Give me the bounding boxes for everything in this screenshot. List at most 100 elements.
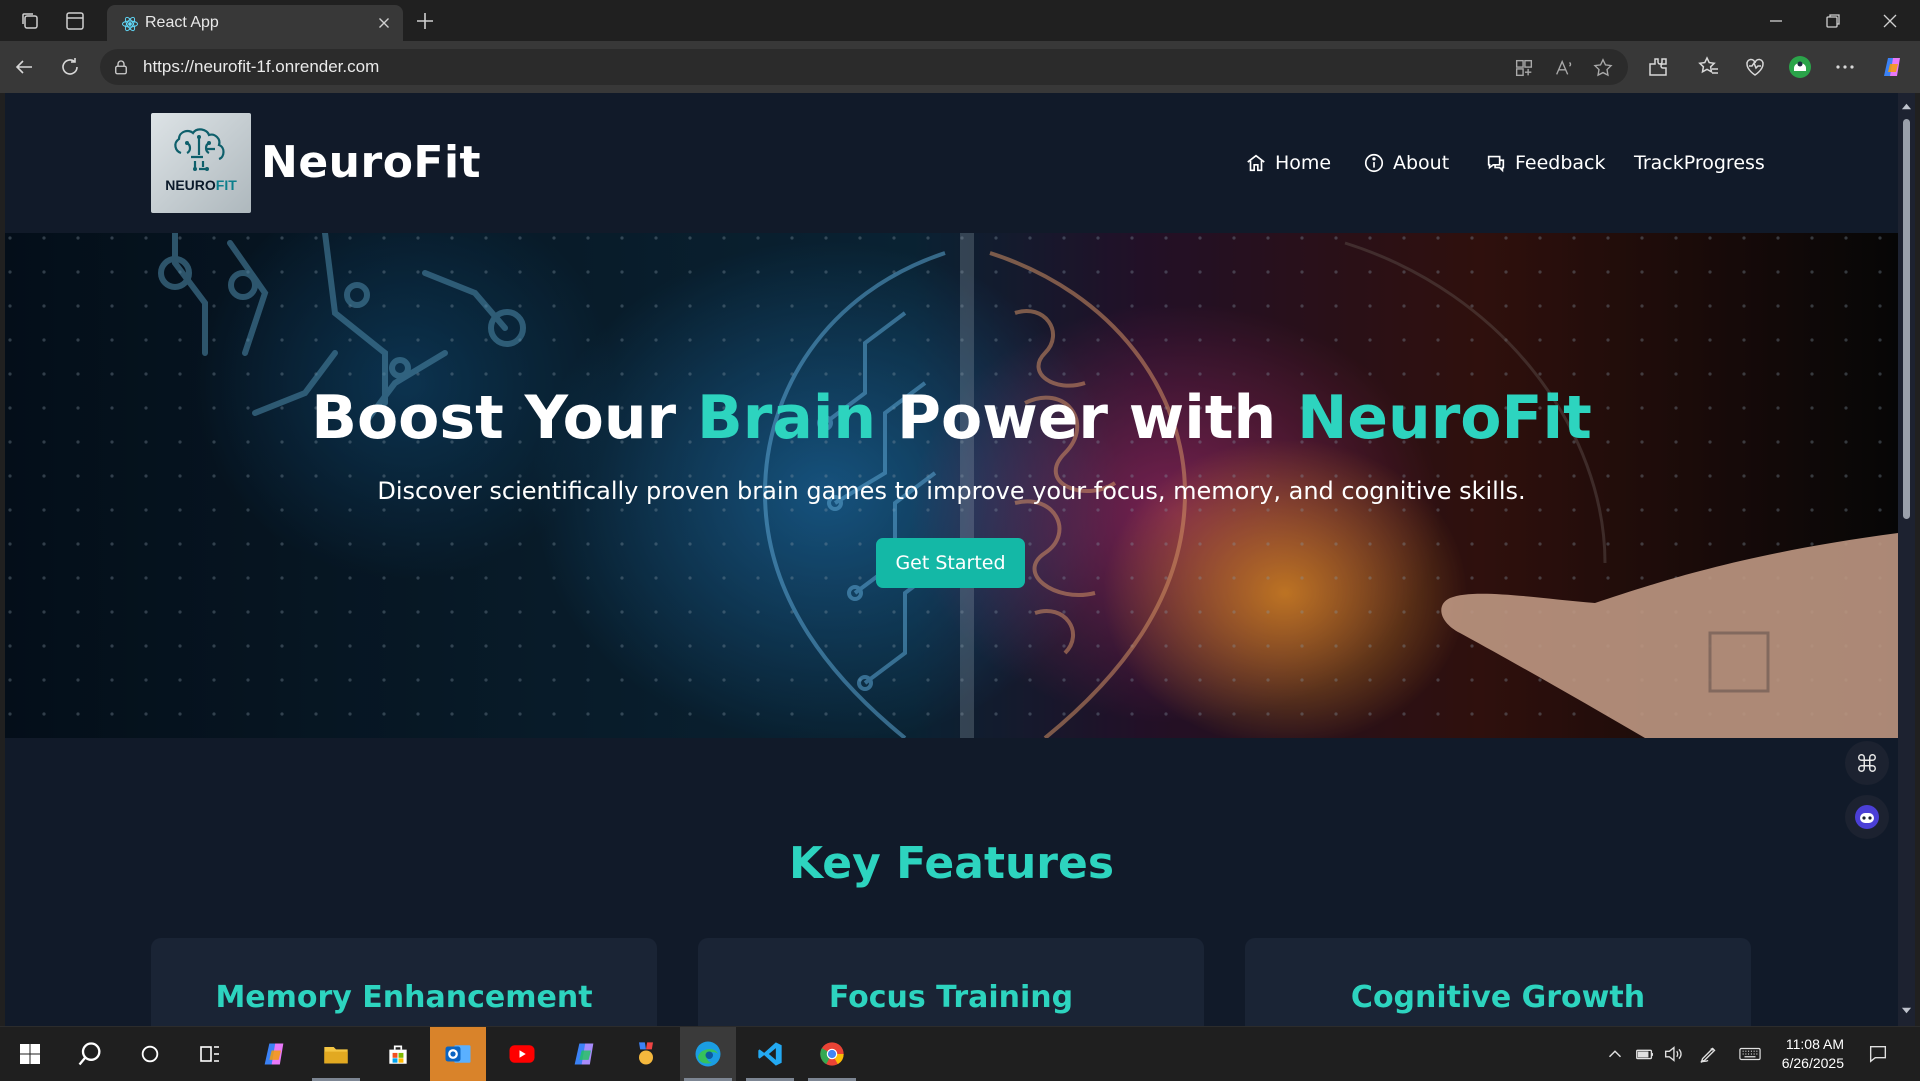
profile-avatar-icon[interactable] [1788,55,1812,79]
nav-trackprogress[interactable]: TrackProgress [1634,149,1765,177]
nav-about[interactable]: About [1363,149,1449,177]
more-options-icon[interactable] [1833,55,1857,79]
new-tab-icon[interactable] [413,9,437,33]
medal-icon [639,1042,653,1065]
hero-title-part2: Power with [876,383,1298,453]
read-aloud-icon[interactable] [1553,57,1575,79]
feature-card-title: Memory Enhancement [215,980,593,1015]
taskbar-vscode[interactable] [742,1027,798,1081]
address-bar[interactable]: https://neurofit-1f.onrender.com [100,49,1628,85]
logo-text-main: NEURO [165,177,216,193]
taskbar-microsoft-store[interactable] [370,1027,426,1081]
url-text[interactable]: https://neurofit-1f.onrender.com [143,57,379,77]
feature-card-memory[interactable]: Memory Enhancement [151,938,657,1026]
tray-chevron-up-icon[interactable] [1604,1043,1626,1065]
browser-tab-active[interactable]: React App [107,5,403,41]
assistant-bot-button[interactable] [1845,795,1889,839]
youtube-icon [509,1045,535,1063]
chat-icon [1487,155,1505,173]
hero-section: Boost Your Brain Power with NeuroFit Dis… [5,233,1898,738]
start-button[interactable] [2,1027,58,1081]
favorites-icon[interactable] [1697,55,1721,79]
feature-card-title: Cognitive Growth [1350,980,1646,1015]
scroll-down-icon[interactable] [1901,1005,1912,1016]
taskbar-chrome[interactable] [804,1027,860,1081]
windows-logo-icon [20,1044,40,1064]
copilot-icon[interactable] [1880,55,1904,79]
clock-time: 11:08 AM [1785,1036,1844,1052]
minimize-icon[interactable] [1764,9,1788,33]
windows-taskbar: 11:08 AM 6/26/2025 [0,1026,1920,1081]
get-started-button[interactable]: Get Started [876,538,1025,588]
search-icon [78,1042,101,1066]
brand-name[interactable]: NeuroFit [261,137,481,188]
scrollbar-thumb[interactable] [1903,119,1910,519]
outlook-icon [445,1045,471,1063]
folder-icon [324,1047,348,1064]
browser-essentials-icon[interactable] [1743,55,1767,79]
keyboard-icon[interactable] [1737,1043,1761,1065]
taskbar-youtube[interactable] [494,1027,550,1081]
nav-feedback[interactable]: Feedback [1485,149,1605,177]
taskbar-search[interactable] [62,1027,118,1081]
copilot-icon [264,1043,284,1065]
taskbar-cortana[interactable] [122,1027,178,1081]
refresh-icon[interactable] [58,55,82,79]
m365-icon [574,1043,594,1065]
nav-home[interactable]: Home [1245,149,1331,177]
favorite-star-icon[interactable] [1592,57,1614,79]
logo-text-accent: FIT [215,177,237,193]
feature-card-cognitive[interactable]: Cognitive Growth [1245,938,1751,1026]
shortcut-command-button[interactable] [1845,741,1889,785]
taskbar-task-view[interactable] [182,1027,238,1081]
hero-title-part1: Boost Your [311,383,698,453]
volume-icon[interactable] [1662,1043,1684,1065]
nav-feedback-label: Feedback [1515,152,1606,174]
extensions-icon[interactable] [1646,55,1670,79]
nav-about-label: About [1393,152,1450,174]
hero-title: Boost Your Brain Power with NeuroFit [5,383,1898,453]
react-icon [121,15,139,33]
vscode-icon [758,1042,782,1066]
restore-icon[interactable] [1821,9,1845,33]
taskbar-edge[interactable] [680,1027,736,1081]
lock-icon[interactable] [112,58,130,76]
taskbar-clock[interactable]: 11:08 AM 6/26/2025 [1774,1035,1844,1073]
nav-home-label: Home [1275,152,1332,174]
site-header: NEUROFIT NeuroFit Home About Feedback Tr… [5,93,1898,233]
info-icon [1364,153,1384,173]
workspaces-icon[interactable] [18,9,42,33]
brain-circuit-icon [174,128,225,171]
taskbar-copilot[interactable] [246,1027,302,1081]
pen-icon[interactable] [1698,1043,1720,1065]
nav-trackprogress-label: TrackProgress [1634,152,1765,174]
vertical-tabs-icon[interactable] [63,9,87,33]
battery-icon[interactable] [1634,1043,1656,1065]
hero-title-accent-brain: Brain [697,383,877,453]
browser-toolbar: https://neurofit-1f.onrender.com [0,41,1920,93]
edge-icon [695,1041,721,1067]
scroll-up-icon[interactable] [1901,101,1912,112]
command-icon [1858,754,1876,772]
taskbar-m365-copilot[interactable] [556,1027,612,1081]
task-view-icon [200,1046,219,1062]
tab-title: React App [145,14,219,31]
hero-subtitle: Discover scientifically proven brain gam… [377,477,1526,505]
feature-card-focus[interactable]: Focus Training [698,938,1204,1026]
page-scrollbar[interactable] [1898,93,1915,1026]
taskbar-file-explorer[interactable] [308,1027,364,1081]
store-icon [389,1045,407,1064]
taskbar-outlook[interactable] [430,1027,486,1081]
app-available-icon[interactable] [1513,57,1535,79]
cortana-icon [141,1045,159,1063]
page-viewport: NEUROFIT NeuroFit Home About Feedback Tr… [5,93,1898,1026]
close-window-icon[interactable] [1878,9,1902,33]
clock-date: 6/26/2025 [1781,1055,1844,1071]
site-logo[interactable]: NEUROFIT [151,113,251,213]
notifications-icon[interactable] [1867,1043,1889,1065]
chrome-icon [820,1042,844,1066]
bot-icon [1855,805,1879,829]
taskbar-rewards[interactable] [618,1027,674,1081]
close-tab-icon[interactable] [375,14,393,32]
back-icon[interactable] [12,55,36,79]
